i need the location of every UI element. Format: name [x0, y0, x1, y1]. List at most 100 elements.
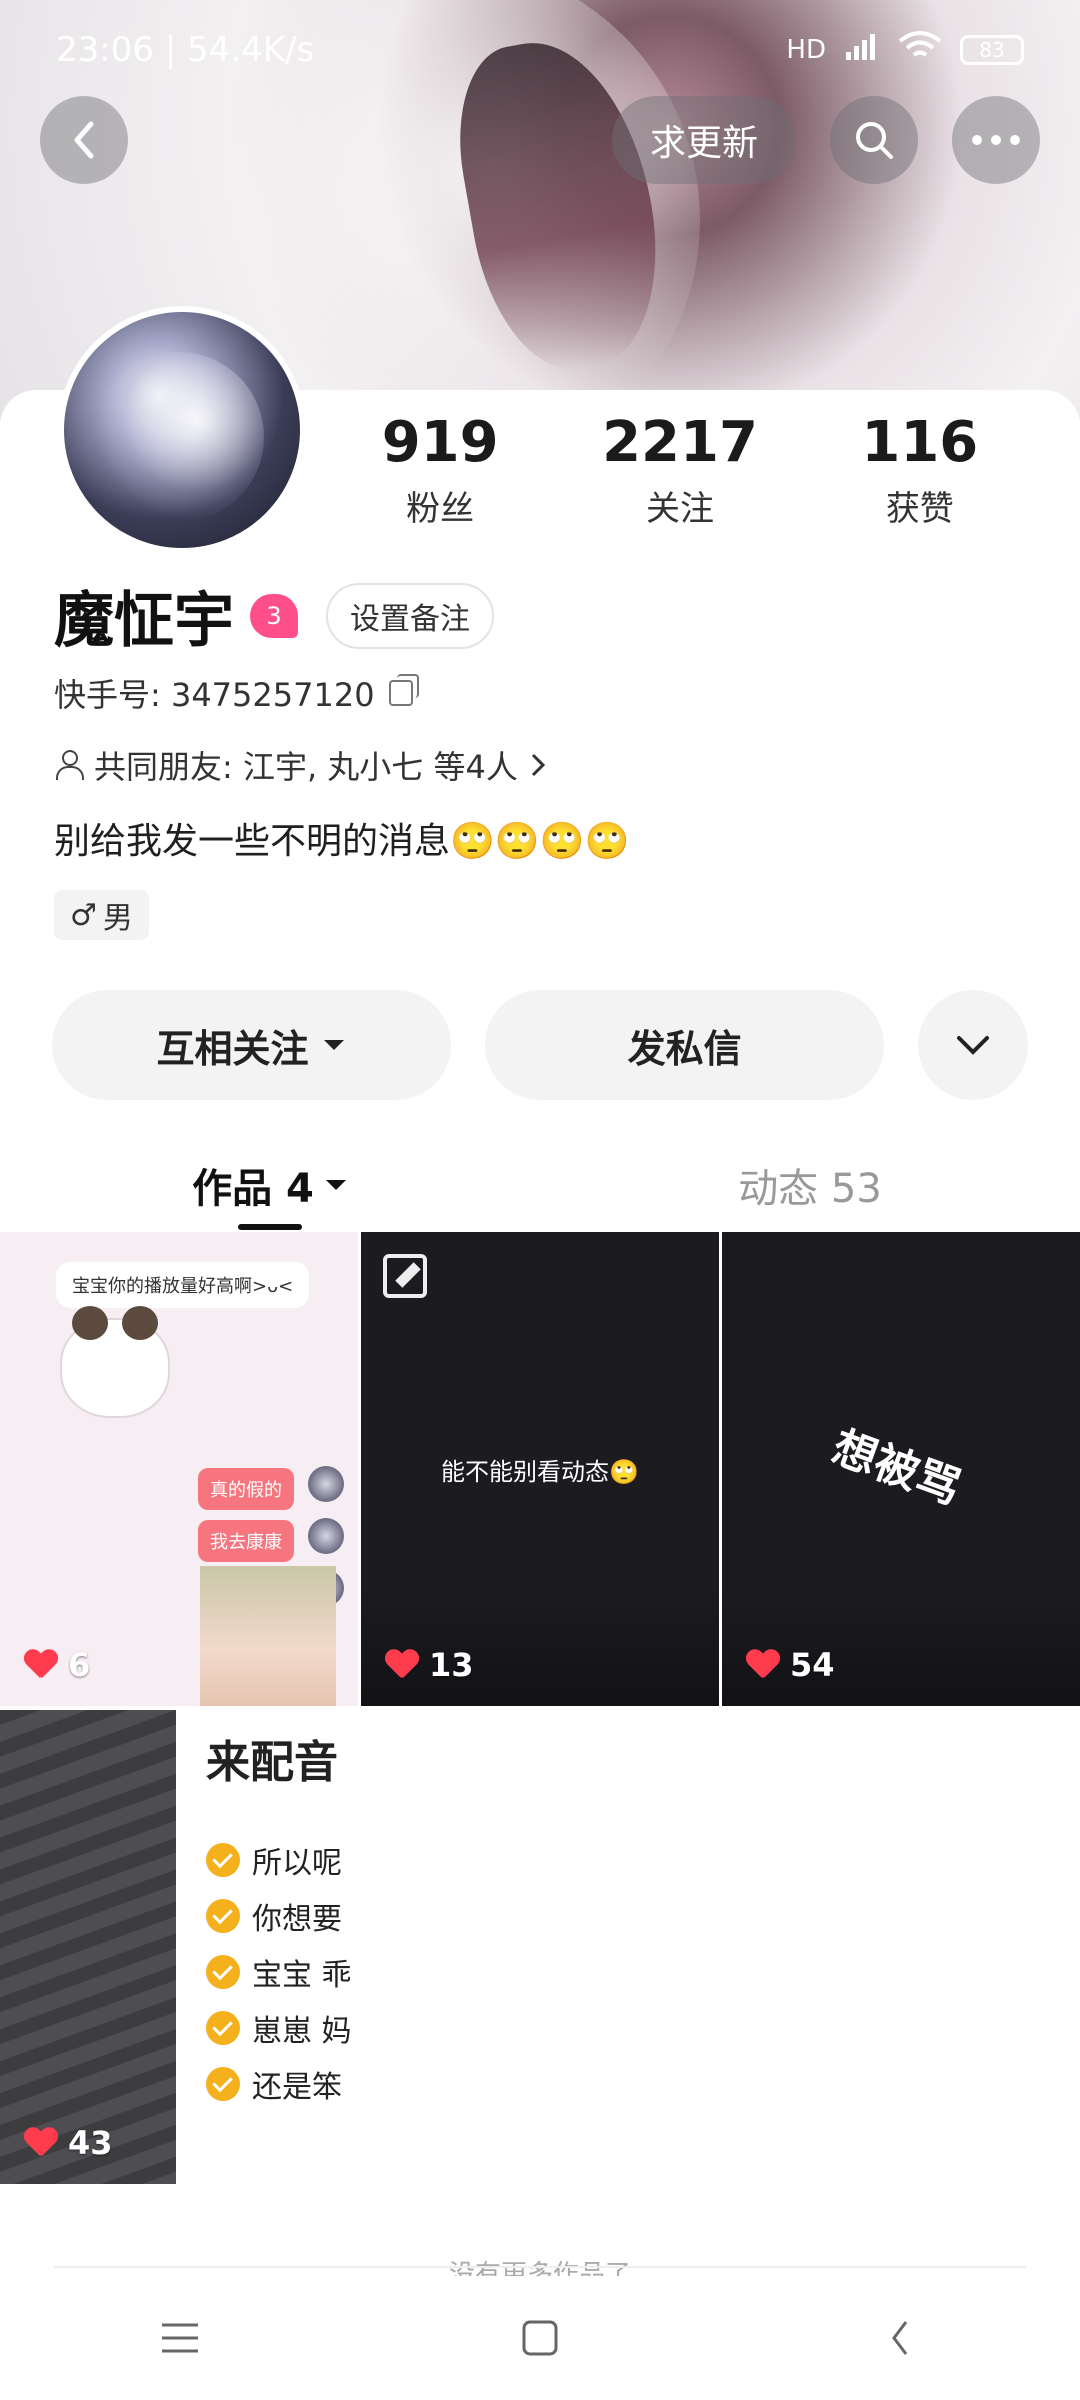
- work-caption: 能不能别看动态🙄: [441, 1458, 639, 1486]
- check-text: 崽崽 妈: [252, 2014, 352, 2049]
- heart-icon: [746, 1650, 780, 1680]
- search-button[interactable]: [830, 96, 918, 184]
- caret-down-icon: [325, 1180, 346, 1190]
- back-chevron-icon: [892, 2321, 908, 2355]
- work-item[interactable]: 来配音 所以呢 你想要 宝宝 乖 崽崽 妈 还是笨 43: [0, 1710, 358, 2184]
- check-item: 所以呢: [206, 1838, 342, 1882]
- gender-tag: ♂ 男: [54, 890, 149, 940]
- work-caption: 想被骂: [825, 1421, 968, 1515]
- stats-row: 919 粉丝 2217 关注 116 获赞: [330, 410, 1030, 530]
- like-count: 13: [385, 1646, 474, 1684]
- content-tabs: 作品 4 动态 53: [0, 1140, 1080, 1230]
- gender-label: 男: [102, 901, 133, 936]
- divider: [54, 2266, 1026, 2268]
- like-count: 54: [746, 1646, 835, 1684]
- kuaishou-id: 快手号: 3475257120: [54, 676, 375, 714]
- send-message-button[interactable]: 发私信: [485, 990, 885, 1100]
- level-heart-badge: 3: [250, 593, 298, 638]
- stat-value: 116: [861, 410, 979, 475]
- bio-text: 别给我发一些不明的消息🙄🙄🙄🙄: [54, 821, 630, 862]
- nav-menu-button[interactable]: [125, 2298, 235, 2378]
- nav-back-button[interactable]: [845, 2298, 955, 2378]
- stat-label: 获赞: [885, 489, 954, 529]
- edit-icon: [383, 1254, 427, 1298]
- like-value: 13: [429, 1646, 474, 1684]
- stat-value: 919: [381, 410, 499, 475]
- request-update-button[interactable]: 求更新: [611, 96, 796, 184]
- copy-icon[interactable]: [388, 674, 419, 706]
- wifi-icon: [898, 30, 942, 70]
- reply-bubble: 真的假的: [198, 1468, 294, 1510]
- nav-home-button[interactable]: [485, 2298, 595, 2378]
- stat-value: 2217: [602, 410, 758, 475]
- check-icon: [206, 1843, 240, 1877]
- like-value: 43: [68, 2124, 113, 2162]
- status-time-speed: 23:06 | 54.4K/s: [56, 30, 315, 70]
- check-text: 宝宝 乖: [252, 1958, 352, 1993]
- baby-photo: [200, 1566, 336, 1706]
- tab-moments[interactable]: 动态 53: [540, 1140, 1080, 1230]
- check-icon: [206, 2011, 240, 2045]
- mutual-follow-button[interactable]: 互相关注: [52, 990, 452, 1100]
- check-icon: [206, 1955, 240, 1989]
- battery-icon: 83: [960, 35, 1024, 65]
- like-value: 6: [68, 1646, 91, 1684]
- mini-avatar: [308, 1518, 344, 1554]
- check-icon: [206, 2067, 240, 2101]
- mutual-friends-row[interactable]: 共同朋友: 江宇, 丸小七 等4人: [54, 742, 548, 788]
- avatar[interactable]: [58, 306, 306, 554]
- chat-bubble: 宝宝你的播放量好高啊>ᴗ<: [56, 1262, 310, 1308]
- chevron-down-icon: [957, 1036, 990, 1055]
- tab-works-label: 作品 4: [192, 1166, 314, 1212]
- heart-icon: [385, 1650, 419, 1680]
- avatar-art: [94, 352, 264, 522]
- heart-icon: [24, 1650, 58, 1680]
- male-icon: ♂: [70, 897, 97, 933]
- like-count: 6: [24, 1646, 90, 1684]
- check-icon: [206, 1899, 240, 1933]
- mini-avatar: [308, 1466, 344, 1502]
- bear-sticker: [60, 1306, 170, 1418]
- like-value: 54: [790, 1646, 835, 1684]
- search-icon: [856, 122, 893, 159]
- caret-down-icon: [323, 1040, 344, 1050]
- work-item[interactable]: 能不能别看动态🙄 13: [361, 1232, 719, 1706]
- check-item: 你想要: [206, 1894, 342, 1938]
- signal-label: HD: [786, 35, 826, 65]
- back-button[interactable]: [40, 96, 128, 184]
- dub-card: 来配音 所以呢 你想要 宝宝 乖 崽崽 妈 还是笨: [176, 1710, 358, 2184]
- heart-icon: [24, 2128, 58, 2158]
- kuaishou-id-row: 快手号: 3475257120: [54, 670, 419, 716]
- stat-following[interactable]: 2217 关注: [602, 410, 758, 530]
- work-item[interactable]: 想被骂 54: [722, 1232, 1080, 1706]
- work-item[interactable]: 宝宝你的播放量好高啊>ᴗ< 真的假的 我去康康 6: [0, 1232, 358, 1706]
- check-item: 宝宝 乖: [206, 1950, 352, 1994]
- more-dots-icon: [972, 135, 1020, 145]
- check-item: 崽崽 妈: [206, 2006, 352, 2050]
- stat-likes[interactable]: 116 获赞: [861, 410, 978, 530]
- status-icons: HD 83: [786, 30, 1024, 70]
- mutual-follow-label: 互相关注: [156, 1026, 309, 1071]
- back-icon: [74, 121, 94, 159]
- stat-label: 粉丝: [406, 489, 475, 529]
- street-photo: [0, 1710, 176, 2184]
- reply-bubble: 我去康康: [198, 1520, 294, 1562]
- home-square-icon: [522, 2320, 558, 2356]
- tab-works[interactable]: 作品 4: [0, 1140, 540, 1230]
- set-remark-button[interactable]: 设置备注: [326, 582, 494, 649]
- stat-followers[interactable]: 919 粉丝: [382, 410, 499, 530]
- check-text: 所以呢: [252, 1846, 342, 1881]
- like-count: 43: [24, 2124, 113, 2162]
- status-bar: 23:06 | 54.4K/s HD 83: [0, 0, 1080, 100]
- check-item: 还是笨: [206, 2062, 342, 2106]
- more-button[interactable]: [952, 96, 1040, 184]
- profile-name: 魔怔宇: [54, 586, 234, 656]
- check-text: 还是笨: [252, 2070, 342, 2105]
- card-title: 来配音: [206, 1737, 338, 1788]
- signal-icon: [844, 32, 880, 69]
- expand-button[interactable]: [918, 990, 1029, 1100]
- stat-label: 关注: [645, 489, 714, 529]
- system-nav-bar: [0, 2276, 1080, 2400]
- check-text: 你想要: [252, 1902, 342, 1937]
- name-row: 魔怔宇 3 设置备注: [54, 572, 494, 659]
